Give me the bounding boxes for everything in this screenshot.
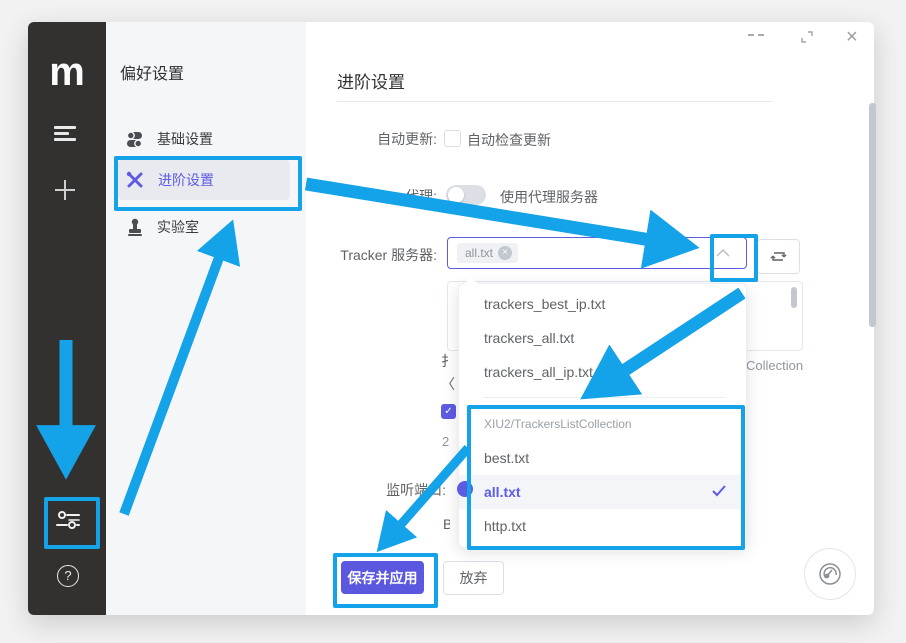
text-fragment-number: 2 bbox=[442, 434, 449, 449]
sync-icon bbox=[770, 249, 787, 264]
sidebar-item-label: 实验室 bbox=[157, 217, 199, 237]
annotation-box-preferences bbox=[44, 497, 100, 549]
speedometer-icon bbox=[816, 560, 844, 588]
title-divider bbox=[337, 101, 772, 102]
prefs-sidebar bbox=[106, 22, 306, 615]
text-fragment-letter: B bbox=[443, 516, 450, 532]
motrix-logo-icon: m bbox=[44, 52, 90, 92]
tracker-tag: all.txt × bbox=[457, 243, 518, 263]
listen-port-label: 监听端口: bbox=[330, 480, 446, 500]
prefs-title: 偏好设置 bbox=[120, 60, 184, 84]
textarea-scrollbar[interactable] bbox=[791, 287, 797, 308]
add-task-icon[interactable] bbox=[55, 180, 75, 200]
annotation-box-save bbox=[333, 553, 438, 608]
auto-check-update-text[interactable]: 自动检查更新 bbox=[467, 130, 551, 150]
sidebar-item-label: 基础设置 bbox=[157, 129, 213, 149]
annotation-box-chevron bbox=[710, 234, 758, 282]
dropdown-option[interactable]: trackers_all_ip.txt bbox=[459, 355, 746, 389]
annotation-box-advanced bbox=[114, 156, 302, 211]
speed-limit-fab[interactable] bbox=[804, 548, 856, 600]
auto-check-update-checkbox[interactable] bbox=[444, 130, 461, 147]
dropdown-option[interactable]: trackers_all.txt bbox=[459, 321, 746, 355]
tag-close-icon[interactable]: × bbox=[498, 246, 512, 260]
sidebar-item-lab[interactable]: 实验室 bbox=[118, 207, 290, 247]
tracker-tag-text: all.txt bbox=[465, 246, 493, 260]
main-scrollbar[interactable] bbox=[869, 103, 876, 327]
sync-trackers-button[interactable] bbox=[757, 239, 800, 274]
auto-update-label: 自动更新: bbox=[330, 129, 437, 149]
help-icon[interactable]: ? bbox=[57, 565, 79, 587]
proxy-label: 代理: bbox=[330, 186, 437, 206]
hint-fragment-1: 扌 bbox=[441, 351, 455, 371]
proxy-switch[interactable] bbox=[446, 185, 486, 205]
minimize-button[interactable] bbox=[748, 34, 764, 36]
hint-fragment-2: 〈 bbox=[441, 374, 455, 394]
helper-text-fragment: Collection bbox=[746, 358, 803, 373]
tracker-label: Tracker 服务器: bbox=[310, 245, 437, 265]
tracker-select-input[interactable]: all.txt × bbox=[447, 237, 747, 269]
dropdown-option[interactable]: trackers_best_ip.txt bbox=[459, 287, 746, 321]
annotation-box-dropdown-group bbox=[467, 405, 745, 550]
toggles-icon bbox=[126, 131, 143, 148]
close-button[interactable]: × bbox=[846, 26, 858, 49]
lab-stamp-icon bbox=[127, 218, 143, 236]
sync-checkbox-fragment[interactable]: ✓ bbox=[441, 404, 456, 419]
maximize-button[interactable] bbox=[800, 30, 814, 44]
discard-button[interactable]: 放弃 bbox=[443, 561, 504, 595]
proxy-switch-text: 使用代理服务器 bbox=[500, 187, 598, 207]
dropdown-arrow-tip bbox=[464, 277, 478, 284]
sidebar-item-basic-settings[interactable]: 基础设置 bbox=[118, 119, 290, 159]
page-title: 进阶设置 bbox=[337, 68, 405, 93]
dropdown-group-divider bbox=[483, 397, 726, 398]
task-list-icon[interactable] bbox=[54, 126, 76, 142]
